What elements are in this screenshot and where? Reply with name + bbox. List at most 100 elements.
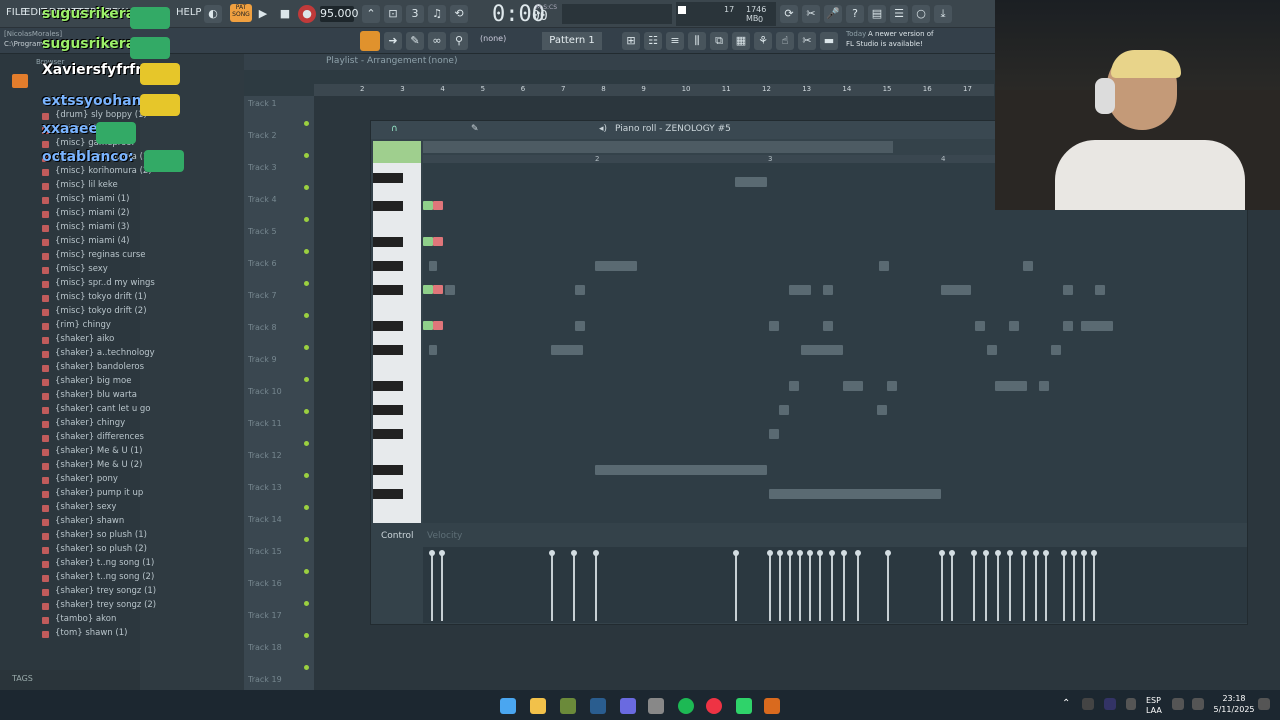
track-label[interactable]: Track 4: [248, 195, 277, 204]
piano-roll-scroll[interactable]: [423, 141, 893, 153]
velocity-bar[interactable]: [841, 550, 847, 621]
wait-icon[interactable]: ⊡: [384, 5, 402, 23]
black-key[interactable]: [373, 261, 403, 271]
note[interactable]: [879, 261, 889, 271]
selected-note[interactable]: [423, 285, 433, 294]
velocity-bar[interactable]: [593, 550, 599, 621]
note[interactable]: [575, 285, 585, 295]
track-label[interactable]: Track 19: [248, 675, 282, 684]
browser-item[interactable]: {misc} tokyo drift (2): [55, 306, 147, 316]
windows-start-icon[interactable]: [500, 698, 516, 714]
velocity-bar[interactable]: [549, 550, 555, 621]
file-explorer-icon[interactable]: [530, 698, 546, 714]
mixer-icon[interactable]: ☰: [890, 5, 908, 23]
red-note[interactable]: [433, 285, 443, 294]
note[interactable]: [429, 345, 437, 355]
note[interactable]: [1081, 321, 1113, 331]
note[interactable]: [941, 285, 971, 295]
channel-rack-icon[interactable]: ☷: [644, 32, 662, 50]
browser-item[interactable]: {shaker} cant let u go: [55, 404, 151, 414]
track-mute-led[interactable]: [304, 537, 309, 542]
note[interactable]: [823, 321, 833, 331]
note[interactable]: [595, 261, 637, 271]
control-label[interactable]: Control: [381, 531, 414, 541]
velocity-bar[interactable]: [971, 550, 977, 621]
velocity-bar[interactable]: [939, 550, 945, 621]
browser-item[interactable]: {misc} miami (3): [55, 222, 130, 232]
news-icon[interactable]: ▬: [820, 32, 838, 50]
browser-item[interactable]: {shaker} big moe: [55, 376, 131, 386]
track-label[interactable]: Track 1: [248, 99, 277, 108]
tempo-knob-icon[interactable]: ◐: [204, 5, 222, 23]
chat-icon[interactable]: ○: [912, 5, 930, 23]
black-key[interactable]: [373, 405, 403, 415]
browser-icon[interactable]: ▦: [732, 32, 750, 50]
velocity-bar[interactable]: [439, 550, 445, 621]
note[interactable]: [735, 177, 767, 187]
piano-roll-icon[interactable]: ⊞: [622, 32, 640, 50]
snap-icon[interactable]: [360, 31, 380, 51]
track-label[interactable]: Track 16: [248, 579, 282, 588]
velocity-bar[interactable]: [995, 550, 1001, 621]
browser-item[interactable]: {shaker} Me & U (2): [55, 460, 142, 470]
velocity-bar[interactable]: [1021, 550, 1027, 621]
browser-item[interactable]: {tom} shawn (1): [55, 628, 127, 638]
browser-item[interactable]: {shaker} bandoleros: [55, 362, 144, 372]
browser-all-icon[interactable]: [12, 74, 28, 88]
black-key[interactable]: [373, 489, 403, 499]
black-key[interactable]: [373, 381, 403, 391]
note[interactable]: [789, 285, 811, 295]
track-mute-led[interactable]: [304, 569, 309, 574]
track-mute-led[interactable]: [304, 665, 309, 670]
browser-item[interactable]: {misc} reginas curse: [55, 250, 146, 260]
track-mute-led[interactable]: [304, 345, 309, 350]
velocity-bar[interactable]: [983, 550, 989, 621]
plugin-picker-icon[interactable]: ⚘: [754, 32, 772, 50]
pencil-icon[interactable]: ✎: [471, 124, 479, 134]
fl-fruit-icon[interactable]: [764, 698, 780, 714]
track-mute-led[interactable]: [304, 473, 309, 478]
black-key[interactable]: [373, 465, 403, 475]
browser-item[interactable]: {shaker} so plush (1): [55, 530, 147, 540]
black-key[interactable]: [373, 173, 403, 183]
note[interactable]: [843, 381, 863, 391]
track-label[interactable]: Track 15: [248, 547, 282, 556]
velocity-bar[interactable]: [817, 550, 823, 621]
note[interactable]: [823, 285, 833, 295]
news-text[interactable]: A newer version of: [868, 30, 934, 38]
volume-icon[interactable]: [1192, 698, 1204, 710]
track-label[interactable]: Track 3: [248, 163, 277, 172]
note[interactable]: [445, 285, 455, 295]
track-label[interactable]: Track 6: [248, 259, 277, 268]
browser-item[interactable]: {shaker} Me & U (1): [55, 446, 142, 456]
browser-item[interactable]: {shaker} t..ng song (2): [55, 572, 154, 582]
note[interactable]: [789, 381, 799, 391]
microphone-icon[interactable]: 🎤: [824, 5, 842, 23]
black-key[interactable]: [373, 237, 403, 247]
browser-item[interactable]: {shaker} pony: [55, 474, 118, 484]
velocity-bar[interactable]: [855, 550, 861, 621]
browser-item[interactable]: {shaker} so plush (2): [55, 544, 147, 554]
track-mute-led[interactable]: [304, 249, 309, 254]
tray-icon-1[interactable]: [1082, 698, 1094, 710]
tray-icon-2[interactable]: [1104, 698, 1116, 710]
browser-item[interactable]: {shaker} chingy: [55, 418, 125, 428]
note[interactable]: [1039, 381, 1049, 391]
selected-note[interactable]: [423, 201, 433, 210]
browser-item[interactable]: {misc} tokyo drift (1): [55, 292, 147, 302]
pattern-select[interactable]: Pattern 1: [542, 32, 602, 50]
note-grid[interactable]: [423, 163, 1247, 523]
undo-history-icon[interactable]: ⟳: [780, 5, 798, 23]
play-icon[interactable]: ▶: [254, 5, 272, 23]
selected-note[interactable]: [423, 321, 433, 330]
selected-note[interactable]: [423, 237, 433, 246]
red-note[interactable]: [433, 201, 443, 210]
playlist-ruler[interactable]: 2 3 4 5 6 7 8 9 10 11 12 13 14 15 16 17: [314, 84, 994, 96]
track-label[interactable]: Track 9: [248, 355, 277, 364]
track-label[interactable]: Track 7: [248, 291, 277, 300]
note[interactable]: [1023, 261, 1033, 271]
loop-record-icon[interactable]: ⟲: [450, 5, 468, 23]
track-label[interactable]: Track 17: [248, 611, 282, 620]
track-mute-led[interactable]: [304, 281, 309, 286]
track-mute-led[interactable]: [304, 441, 309, 446]
